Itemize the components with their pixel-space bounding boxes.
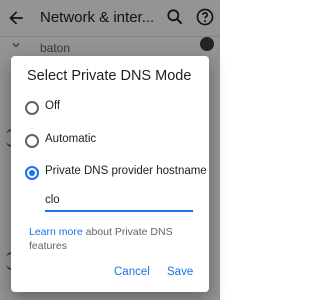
radio-button[interactable] — [25, 134, 39, 148]
private-dns-dialog: Select Private DNS Mode Off Automatic Pr… — [11, 56, 209, 292]
option-label: Off — [45, 100, 61, 112]
radio-button[interactable] — [25, 101, 39, 115]
dialog-title: Select Private DNS Mode — [27, 68, 192, 84]
option-off[interactable]: Off — [25, 99, 209, 119]
radio-button-selected[interactable] — [25, 166, 39, 180]
option-label: Automatic — [45, 133, 97, 145]
save-button[interactable]: Save — [167, 266, 193, 278]
option-private-dns-hostname[interactable]: Private DNS provider hostname — [25, 164, 209, 184]
hostname-input[interactable] — [45, 190, 193, 212]
learn-more-link[interactable]: Learn more — [29, 226, 83, 238]
cancel-button[interactable]: Cancel — [114, 266, 150, 278]
learn-more-text: Learn more about Private DNS features — [29, 225, 201, 253]
option-automatic[interactable]: Automatic — [25, 132, 209, 152]
option-label: Private DNS provider hostname — [45, 165, 207, 177]
